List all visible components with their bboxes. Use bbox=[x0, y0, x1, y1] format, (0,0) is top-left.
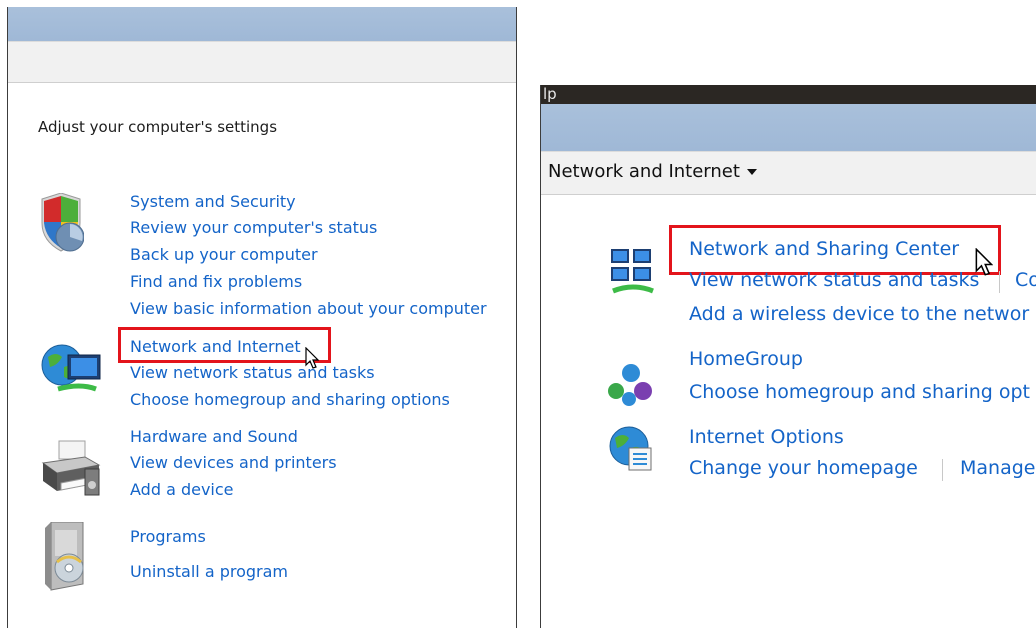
page-heading: Adjust your computer's settings bbox=[38, 118, 278, 136]
breadcrumb[interactable]: Network and Internet bbox=[548, 161, 757, 182]
homegroup-icon bbox=[608, 364, 652, 406]
link-homegroup-sharing[interactable]: Choose homegroup and sharing options bbox=[130, 390, 450, 409]
link-system-and-security[interactable]: System and Security bbox=[130, 192, 296, 211]
link-review-status[interactable]: Review your computer's status bbox=[130, 218, 377, 237]
network-and-internet-window: lp Network and Internet Network and Shar… bbox=[540, 85, 1036, 628]
link-add-wireless-device[interactable]: Add a wireless device to the networ bbox=[689, 303, 1029, 325]
link-devices-printers[interactable]: View devices and printers bbox=[130, 453, 337, 472]
link-view-network-status[interactable]: View network status and tasks bbox=[130, 363, 375, 382]
link-connect-truncated[interactable]: Co bbox=[1015, 269, 1036, 291]
link-uninstall[interactable]: Uninstall a program bbox=[130, 562, 288, 581]
link-homegroup[interactable]: HomeGroup bbox=[689, 348, 803, 370]
arrow-cursor-icon bbox=[305, 347, 319, 369]
link-change-homepage[interactable]: Change your homepage bbox=[689, 457, 918, 479]
link-basic-info[interactable]: View basic information about your comput… bbox=[130, 299, 487, 318]
link-network-and-internet[interactable]: Network and Internet bbox=[130, 337, 301, 356]
link-homegroup-sharing[interactable]: Choose homegroup and sharing opt bbox=[689, 381, 1030, 403]
address-bar: Network and Internet bbox=[541, 151, 1036, 195]
link-internet-options[interactable]: Internet Options bbox=[689, 426, 844, 448]
title-bar bbox=[541, 104, 1036, 151]
link-separator bbox=[942, 459, 943, 481]
link-separator bbox=[999, 271, 1000, 293]
internet-options-icon bbox=[609, 426, 652, 471]
printer-icon bbox=[41, 440, 101, 496]
link-find-fix[interactable]: Find and fix problems bbox=[130, 272, 302, 291]
link-view-network-status[interactable]: View network status and tasks bbox=[689, 269, 979, 291]
address-bar bbox=[8, 41, 516, 83]
link-manage-truncated[interactable]: Manage bbox=[960, 457, 1035, 479]
link-network-sharing-center[interactable]: Network and Sharing Center bbox=[689, 238, 959, 260]
link-programs[interactable]: Programs bbox=[130, 527, 206, 546]
programs-box-icon bbox=[45, 522, 84, 591]
network-globe-icon bbox=[41, 344, 101, 392]
control-panel-home: Adjust your computer's settings System a… bbox=[7, 7, 517, 628]
chevron-down-icon[interactable] bbox=[746, 169, 757, 175]
title-bar bbox=[8, 7, 516, 41]
shield-icon bbox=[41, 193, 84, 252]
link-hardware-and-sound[interactable]: Hardware and Sound bbox=[130, 427, 298, 446]
link-back-up[interactable]: Back up your computer bbox=[130, 245, 318, 264]
window-title-fragment: lp bbox=[541, 85, 1036, 104]
breadcrumb-network-and-internet[interactable]: Network and Internet bbox=[548, 161, 740, 182]
link-add-device[interactable]: Add a device bbox=[130, 480, 234, 499]
network-sharing-icon bbox=[611, 249, 654, 294]
